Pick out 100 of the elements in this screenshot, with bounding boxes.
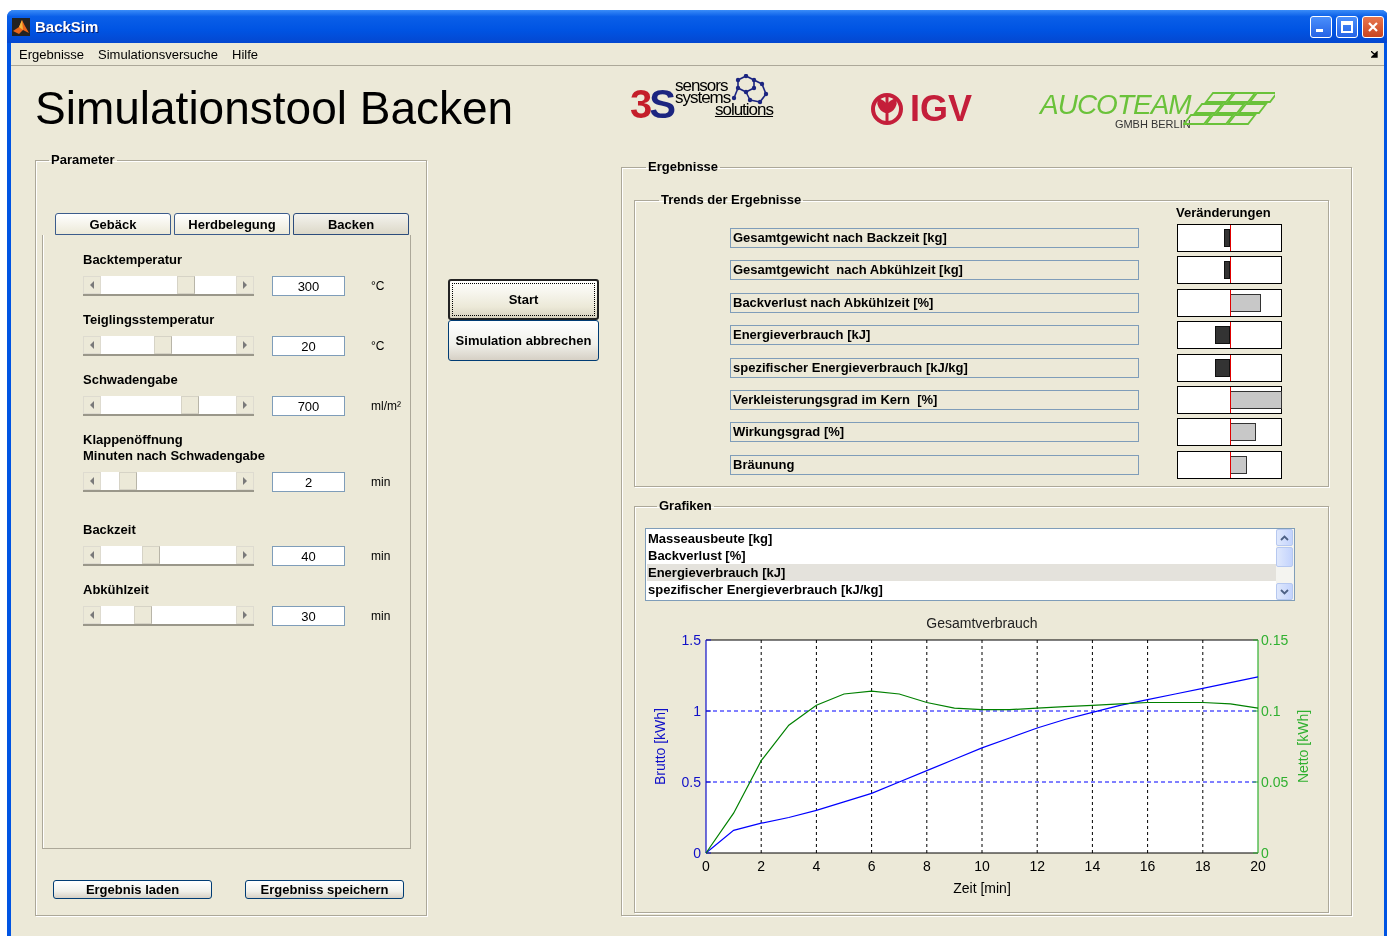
scroll-arrow-button[interactable] [83,396,101,414]
scroll-arrow-button[interactable] [1276,583,1293,600]
scrollbar-thumb[interactable] [1276,547,1293,567]
scroll-arrow-button[interactable] [236,276,254,294]
slider[interactable] [83,472,254,492]
change-fill [1229,423,1256,442]
result-label: spezifischer Energieverbrauch [kJ/kg] [730,357,1139,378]
list-item[interactable]: spezifischer Energieverbrauch [kJ/kg] [647,581,1276,598]
scroll-arrow-button[interactable] [83,336,101,354]
arrow-icon [242,477,248,485]
slider[interactable] [83,546,254,566]
arrow-icon [242,611,248,619]
result-label: Wirkungsgrad [%] [730,422,1139,443]
input-field[interactable]: 700 [272,396,345,416]
list-item[interactable]: Masseausbeute [kg] [647,530,1276,547]
input-field[interactable]: 20 [272,336,345,356]
arrow-icon [242,551,248,559]
menu-item[interactable]: Ergebnisse [13,46,93,62]
menu-item[interactable]: Simulationsversuche [92,46,226,62]
list-item[interactable]: Energieverbrauch [kJ] [647,564,1276,581]
slider-thumb[interactable] [141,546,160,564]
action-button[interactable]: Ergebniss speichern [245,880,404,899]
tick-label: 12 [1029,858,1045,874]
tick-label: 18 [1195,858,1211,874]
result-label: Backverlust nach Abkühlzeit [%] [730,292,1139,313]
chart-title: Gesamtverbrauch [926,615,1038,631]
input-field[interactable]: 40 [272,546,345,566]
result-label: Bräunung [730,454,1139,475]
slider-thumb[interactable] [118,472,137,490]
maximize-icon [1341,20,1353,33]
result-label: Gesamtgewicht nach Backzeit [kg] [730,228,1139,248]
tick-label: 16 [1139,858,1156,874]
scroll-arrow-button[interactable] [83,276,101,294]
scroll-arrow-button[interactable] [236,606,254,624]
scroll-arrow-button[interactable] [1276,529,1293,546]
arrow-icon [89,281,95,289]
field-label: Klappenöffnung [83,432,184,448]
tab[interactable]: Gebäck [55,213,171,235]
slider-thumb[interactable] [153,336,172,354]
leaf-emblem-icon [870,92,904,126]
chevron-up-icon [1280,534,1289,541]
dock-arrow-icon[interactable] [1371,50,1378,58]
slider[interactable] [83,606,254,626]
scroll-arrow-button[interactable] [236,336,254,354]
field-label: Schwadengabe [83,372,179,388]
input-field[interactable]: 300 [272,276,345,296]
list-box[interactable]: Masseausbeute [kg] Backverlust [%] Energieverbrauch [kJ] spezifischer Energieverbrauch [kJ/kg] [645,528,1295,601]
close-button[interactable] [1362,15,1384,38]
minimize-button[interactable] [1310,15,1332,38]
input-field[interactable]: 30 [272,606,345,626]
arrow-icon [242,401,248,409]
arrow-icon [89,551,95,559]
menu-item[interactable]: Hilfe [226,46,266,62]
change-fill [1214,358,1230,377]
arrow-icon [242,341,248,349]
minimize-icon [1316,29,1323,32]
scroll-arrow-button[interactable] [83,606,101,624]
axis-label: Brutto [kWh] [652,708,668,785]
slider[interactable] [83,276,254,296]
logo-text: IGV [910,91,972,127]
group-title: Parameter [50,152,116,168]
tick-label: 10 [974,858,990,874]
logo-text: solutions [714,104,774,116]
tab[interactable]: Backen [293,213,409,235]
slider[interactable] [83,396,254,416]
unit-label: min [371,609,391,623]
scroll-arrow-button[interactable] [83,472,101,490]
tick-label: 0 [1261,845,1269,861]
slider-thumb[interactable] [177,276,196,294]
scroll-arrow-button[interactable] [236,396,254,414]
tick-label: 4 [812,858,821,874]
field-label: Minuten nach Schwadengabe [83,448,267,464]
group-title: Ergebnisse [647,159,720,175]
tick-label: 0 [693,845,701,861]
slider[interactable] [83,336,254,356]
action-button[interactable]: Start [448,279,599,320]
scroll-arrow-button[interactable] [236,472,254,490]
field-label: Abkühlzeit [83,582,150,598]
list-item[interactable]: Backverlust [%] [647,547,1276,564]
logo-mark: 3S [630,84,673,124]
scroll-arrow-button[interactable] [236,546,254,564]
tab[interactable]: Herdbelegung [174,213,290,235]
slider-thumb[interactable] [133,606,152,624]
arrow-icon [242,281,248,289]
tick-label: 20 [1250,858,1266,874]
action-button[interactable]: Simulation abbrechen [448,320,599,361]
tick-label: 6 [867,858,876,874]
scroll-arrow-button[interactable] [83,546,101,564]
maximize-button[interactable] [1336,15,1358,38]
input-field[interactable]: 2 [272,472,345,492]
slider-thumb[interactable] [180,396,199,414]
result-label: Gesamtgewicht nach Abkühlzeit [kg] [730,260,1139,281]
tick-label: 0.5 [681,774,701,790]
unit-label: min [371,475,391,489]
unit-label: °C [371,339,385,353]
change-fill [1223,229,1230,247]
logo-text: sensors [674,80,728,92]
close-icon [1367,20,1379,33]
action-button[interactable]: Ergebnis laden [53,880,212,899]
tick-label: 1.5 [681,632,701,648]
